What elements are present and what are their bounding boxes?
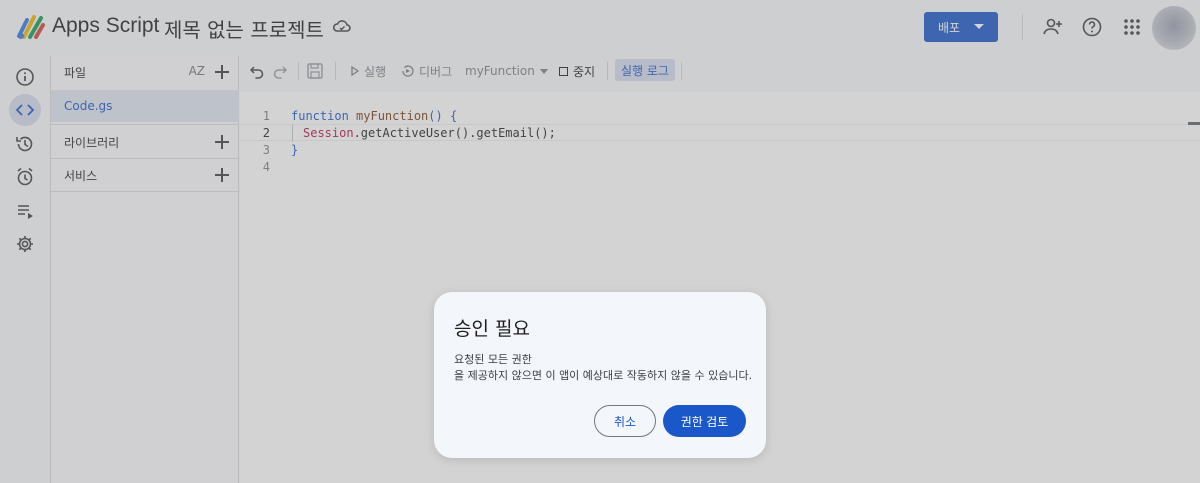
dialog-body-line: 을 제공하지 않으면 이 앱이 예상대로 작동하지 않을 수 있습니다.	[454, 369, 753, 382]
authorization-dialog: 승인 필요 요청된 모든 권한 을 제공하지 않으면 이 앱이 예상대로 작동하…	[434, 292, 766, 458]
review-permissions-button[interactable]: 권한 검토	[663, 405, 746, 437]
dialog-body: 요청된 모든 권한 을 제공하지 않으면 이 앱이 예상대로 작동하지 않을 수…	[454, 352, 754, 384]
dialog-body-line: 요청된 모든 권한	[454, 353, 532, 366]
dialog-title: 승인 필요	[454, 318, 530, 340]
cancel-button[interactable]: 취소	[594, 405, 656, 437]
